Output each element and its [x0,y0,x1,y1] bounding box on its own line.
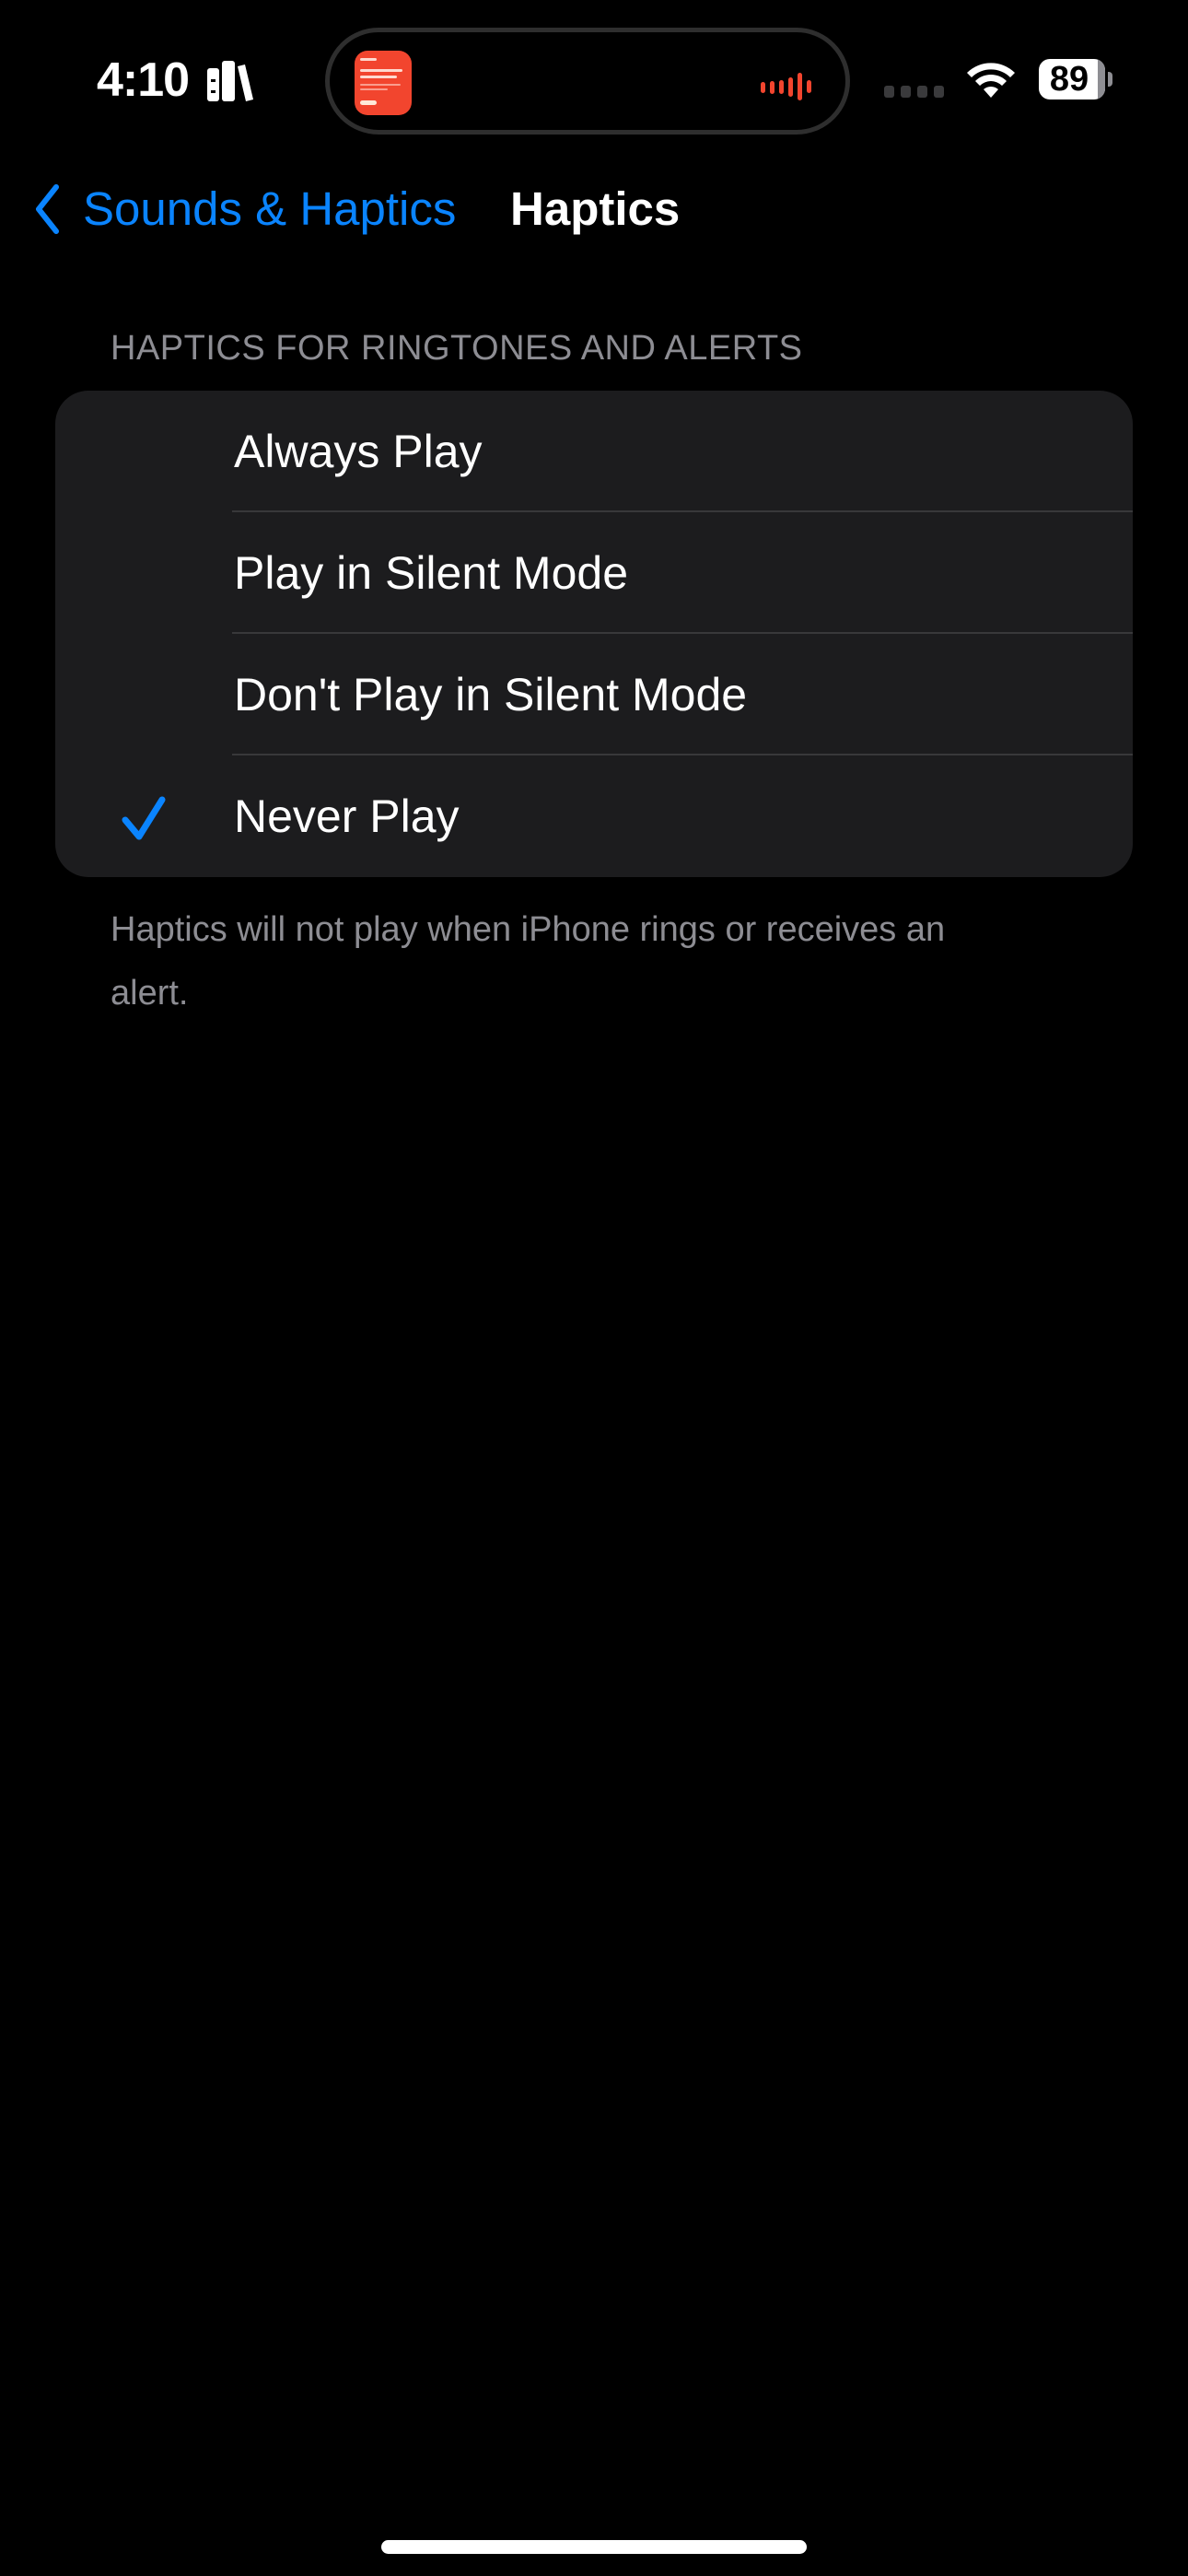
battery-nub [1108,72,1112,87]
books-icon [207,61,253,101]
status-time: 4:10 [97,53,190,107]
cellular-no-signal-icon [884,86,950,102]
podcast-artwork[interactable] [355,51,412,115]
back-label[interactable]: Sounds & Haptics [83,177,456,241]
option-never-play[interactable]: Never Play [55,755,1133,877]
option-label: Never Play [234,790,460,842]
section-header: HAPTICS FOR RINGTONES AND ALERTS [111,329,803,368]
battery-percent: 89 [1049,60,1089,99]
chevron-left-icon [36,184,59,234]
page-title: Haptics [510,182,681,235]
option-label: Play in Silent Mode [234,547,629,599]
option-label: Always Play [234,426,483,477]
option-always-play[interactable]: Always Play [55,391,1133,512]
battery-indicator: 89 [1039,59,1112,100]
haptics-options-list: Always Play Play in Silent Mode Don't Pl… [55,391,1133,877]
back-button[interactable]: Sounds & Haptics [33,177,456,241]
option-play-in-silent-mode[interactable]: Play in Silent Mode [55,512,1133,634]
section-footer: Haptics will not play when iPhone rings … [111,910,946,1013]
option-dont-play-in-silent-mode[interactable]: Don't Play in Silent Mode [55,634,1133,755]
dynamic-island[interactable] [325,28,850,135]
option-label: Don't Play in Silent Mode [234,669,748,720]
checkmark-icon [122,796,166,840]
home-indicator[interactable] [381,2540,807,2554]
wifi-icon [967,63,1015,98]
audio-waveform-icon [761,73,811,100]
